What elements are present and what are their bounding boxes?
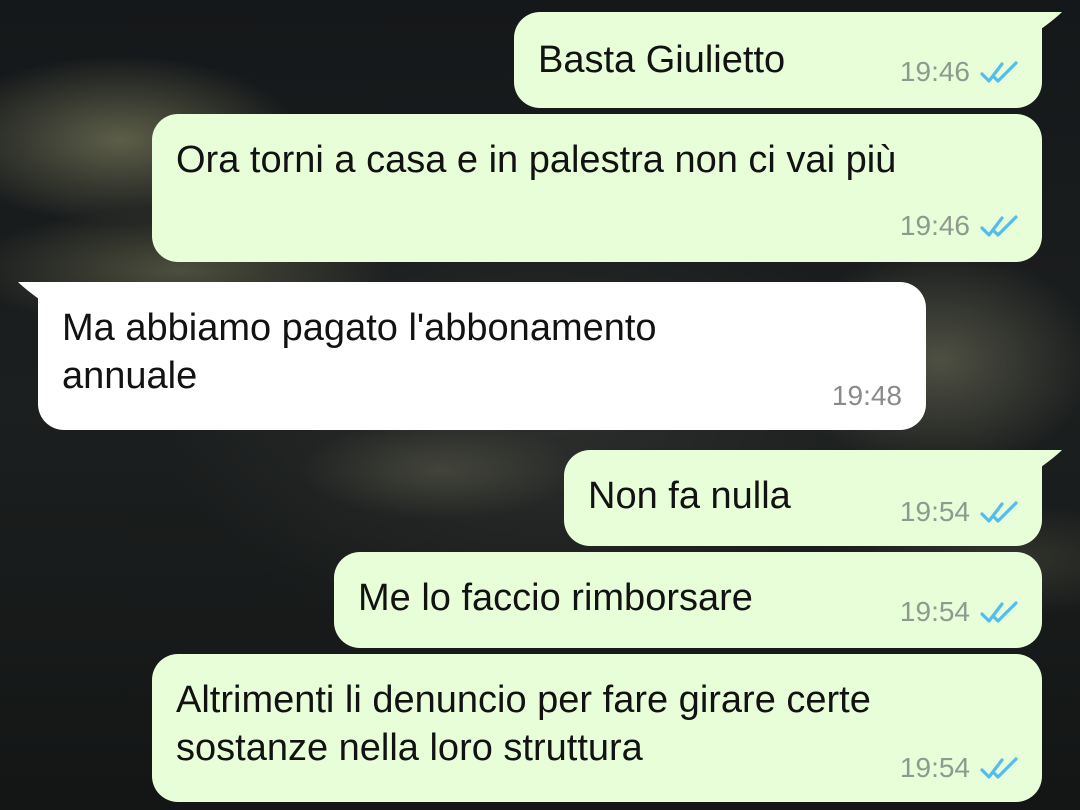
message-bubble-outgoing[interactable]: Ora torni a casa e in palestra non ci va…: [152, 114, 1042, 262]
message-text: Ora torni a casa e in palestra non ci va…: [176, 139, 897, 181]
message-text: Basta Giulietto: [538, 39, 786, 81]
message-meta: 19:54: [900, 496, 1020, 528]
message-meta: 19:48: [832, 380, 902, 412]
message-text: Ma abbiamo pagato l'abbonamento annuale: [62, 307, 657, 397]
message-text: Non fa nulla: [588, 475, 791, 517]
double-check-icon: [980, 61, 1018, 83]
double-check-icon: [980, 501, 1018, 523]
bubble-tail: [1034, 450, 1062, 472]
message-bubble-incoming[interactable]: Ma abbiamo pagato l'abbonamento annuale …: [18, 282, 926, 430]
message-meta: 19:54: [900, 752, 1020, 784]
message-text: Me lo faccio rimborsare: [358, 577, 753, 619]
double-check-icon: [980, 601, 1018, 623]
message-time: 19:54: [899, 752, 970, 783]
message-time: 19:54: [899, 496, 970, 527]
double-check-icon: [980, 215, 1018, 237]
message-bubble-outgoing[interactable]: Basta Giulietto 19:46: [514, 12, 1062, 108]
double-check-icon: [980, 757, 1018, 779]
message-meta: 19:46: [900, 56, 1020, 88]
message-time: 19:46: [899, 56, 970, 87]
message-meta: 19:46: [900, 210, 1020, 242]
bubble-tail: [1034, 12, 1062, 34]
message-meta: 19:54: [900, 596, 1020, 628]
message-text: Altrimenti li denuncio per fare girare c…: [176, 679, 871, 769]
message-time: 19:46: [899, 210, 970, 241]
message-time: 19:48: [831, 380, 902, 411]
message-bubble-outgoing[interactable]: Altrimenti li denuncio per fare girare c…: [152, 654, 1042, 802]
message-bubble-outgoing[interactable]: Non fa nulla 19:54: [564, 450, 1062, 546]
bubble-tail: [18, 282, 46, 304]
message-time: 19:54: [899, 596, 970, 627]
message-bubble-outgoing[interactable]: Me lo faccio rimborsare 19:54: [334, 552, 1042, 648]
